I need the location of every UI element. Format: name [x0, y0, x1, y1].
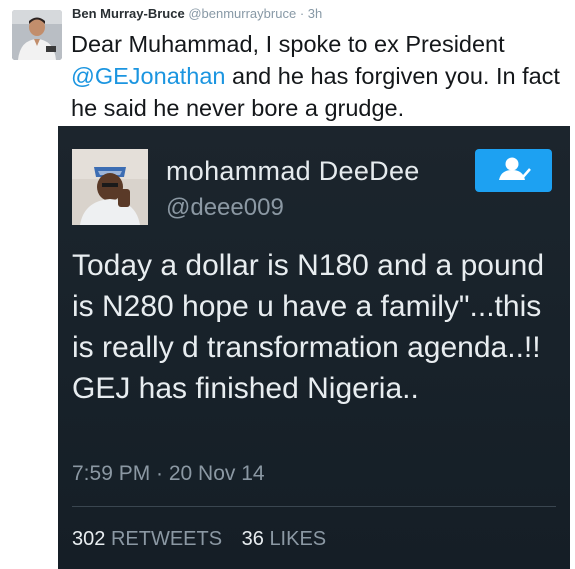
author-photo	[12, 10, 62, 60]
embedded-author-name: mohammad DeeDee	[166, 156, 420, 186]
following-button[interactable]	[475, 149, 552, 192]
person-check-icon	[499, 157, 531, 180]
author-avatar[interactable]	[12, 10, 62, 60]
embedded-author-handle: @deee009	[166, 194, 284, 221]
tweet-text: Dear Muhammad, I spoke to ex President @…	[71, 28, 571, 124]
author-handle[interactable]: @benmurraybruce	[188, 6, 296, 21]
likes-label: LIKES	[269, 528, 327, 550]
embedded-avatar	[72, 149, 148, 225]
embedded-divider	[72, 506, 556, 507]
retweets-label: RETWEETS	[110, 528, 223, 550]
embedded-stats: 302 RETWEETS 36 LIKES	[72, 528, 326, 551]
retweets-count: 302	[72, 528, 106, 550]
likes-count: 36	[241, 528, 264, 550]
embedded-timestamp: 7:59 PM · 20 Nov 14	[72, 462, 265, 485]
header-separator: ·	[299, 6, 305, 21]
embedded-tweet-text: Today a dollar is N180 and a pound is N2…	[72, 249, 545, 405]
tweet-header: Ben Murray-Bruce @benmurraybruce · 3h	[72, 6, 322, 21]
tweet-text-part-1: Dear Muhammad, I spoke to ex President	[71, 31, 505, 57]
author-name[interactable]: Ben Murray-Bruce	[72, 6, 185, 21]
embedded-avatar-photo	[72, 149, 148, 225]
embedded-tweet-screenshot: mohammad DeeDee @deee009 Today a dollar …	[58, 126, 570, 569]
mention-link[interactable]: @GEJonathan	[71, 63, 226, 89]
tweet-time[interactable]: 3h	[308, 6, 322, 21]
